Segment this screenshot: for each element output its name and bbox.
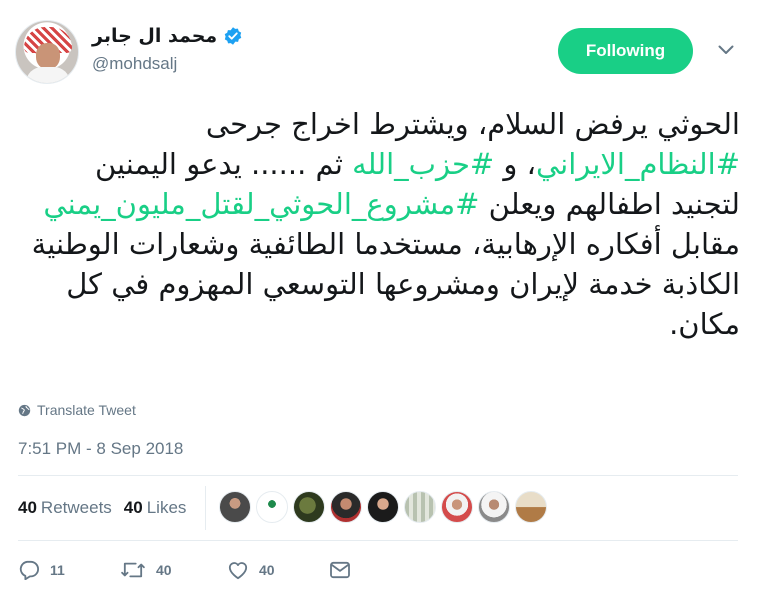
liker-avatar[interactable] xyxy=(441,491,473,523)
retweets-count[interactable]: 40 xyxy=(18,498,37,518)
retweet-button[interactable]: 40 xyxy=(120,560,172,580)
author-name-row[interactable]: محمد ال جابر xyxy=(92,24,243,48)
translate-tweet-link[interactable]: Translate Tweet xyxy=(18,400,136,420)
tweet-text-segment: مقابل أفكاره الإرهابية، مستخدما الطائفية… xyxy=(31,227,740,341)
stats-separator xyxy=(205,486,206,530)
tweet-text-segment: الحوثي يرفض السلام، ويشترط اخراج جرحى xyxy=(205,107,740,141)
avatar-garment xyxy=(26,67,70,83)
retweet-icon xyxy=(121,562,145,578)
globe-icon xyxy=(18,404,31,416)
verified-badge-icon xyxy=(224,27,242,45)
like-button[interactable]: 40 xyxy=(227,560,275,580)
retweet-count: 40 xyxy=(156,562,172,578)
like-count: 40 xyxy=(259,562,275,578)
author-avatar[interactable] xyxy=(15,20,79,84)
chevron-down-icon xyxy=(718,45,734,54)
reply-count: 11 xyxy=(50,562,65,578)
hashtag-link[interactable]: #النظام_الايراني xyxy=(536,147,740,181)
tweet-header: محمد ال جابر @mohdsalj Following xyxy=(0,0,768,100)
direct-message-button[interactable] xyxy=(329,561,361,579)
likes-label[interactable]: Likes xyxy=(147,498,187,518)
liker-avatar[interactable] xyxy=(478,491,510,523)
liker-avatar[interactable] xyxy=(330,491,362,523)
divider xyxy=(18,540,738,541)
liker-avatar[interactable] xyxy=(293,491,325,523)
liker-avatar[interactable] xyxy=(367,491,399,523)
liker-avatar[interactable] xyxy=(404,491,436,523)
heart-icon xyxy=(228,562,248,580)
liker-avatar[interactable] xyxy=(219,491,251,523)
divider xyxy=(18,475,738,476)
tweet-timestamp[interactable]: 7:51 PM - 8 Sep 2018 xyxy=(18,439,183,459)
hashtag-link[interactable]: #حزب_الله xyxy=(352,147,494,181)
retweets-label[interactable]: Retweets xyxy=(41,498,112,518)
tweet-menu-button[interactable] xyxy=(712,38,740,62)
tweet-text-segment: ، و xyxy=(494,147,536,181)
author-handle[interactable]: @mohdsalj xyxy=(92,54,177,74)
liker-avatar[interactable] xyxy=(515,491,547,523)
translate-tweet-label[interactable]: Translate Tweet xyxy=(37,402,136,418)
following-button[interactable]: Following xyxy=(558,28,693,74)
reply-button[interactable]: 11 xyxy=(18,560,65,580)
liker-avatar[interactable] xyxy=(256,491,288,523)
tweet-stats: 40 Retweets 40 Likes xyxy=(18,496,198,520)
liker-avatars xyxy=(219,491,552,523)
likes-count[interactable]: 40 xyxy=(124,498,143,518)
envelope-icon xyxy=(330,561,350,579)
reply-icon xyxy=(19,560,39,580)
hashtag-link[interactable]: #مشروع_الحوثي_لقتل_مليون_يمني xyxy=(43,187,479,221)
tweet-text: الحوثي يرفض السلام، ويشترط اخراج جرحى #ا… xyxy=(18,104,740,344)
avatar-face xyxy=(36,43,60,69)
author-display-name[interactable]: محمد ال جابر xyxy=(92,25,217,47)
